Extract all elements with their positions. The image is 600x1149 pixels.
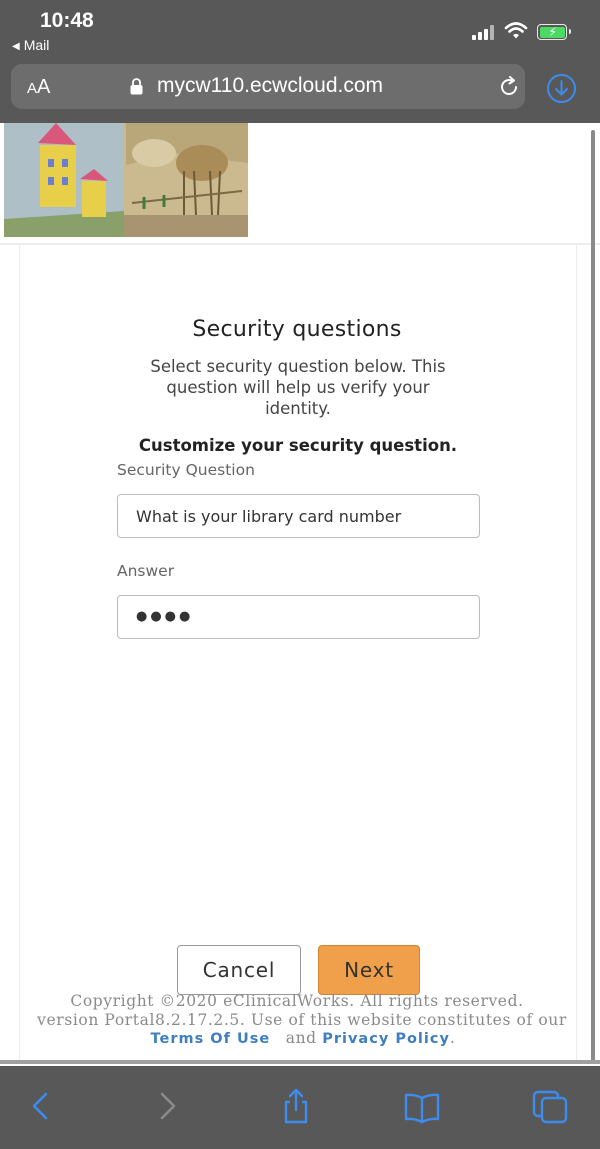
footer-and-text: and [285, 1029, 317, 1047]
battery-icon: ⚡ [537, 24, 571, 40]
scroll-indicator [591, 130, 595, 1062]
share-icon[interactable] [276, 1086, 316, 1126]
page-title: Security questions [192, 317, 402, 342]
back-triangle-icon: ◀ [12, 41, 20, 52]
next-button[interactable]: Next [318, 945, 420, 995]
tabs-icon[interactable] [530, 1086, 570, 1126]
banner-image [4, 123, 248, 237]
url-text: mycw110.ecwcloud.com [157, 74, 384, 97]
security-question-label: Security Question [117, 461, 255, 479]
bookmarks-icon[interactable] [402, 1086, 442, 1126]
answer-input[interactable]: ●●●● [117, 595, 480, 639]
terms-of-use-link[interactable]: Terms Of Use [151, 1031, 271, 1047]
wifi-icon [504, 22, 528, 39]
status-time: 10:48 [40, 9, 94, 32]
security-question-input[interactable]: What is your library card number [117, 494, 480, 538]
reload-icon[interactable] [498, 76, 520, 98]
back-app-label: Mail [23, 37, 50, 53]
footer-copyright: Copyright ©2020 eClinicalWorks. All righ… [70, 992, 524, 1010]
text-size-button[interactable]: AA [27, 76, 50, 99]
forward-icon[interactable] [146, 1086, 186, 1126]
page-subtitle: Select security question below. This que… [150, 357, 446, 418]
footer-period: . [449, 1029, 456, 1047]
signal-icon [472, 24, 496, 40]
cancel-button[interactable]: Cancel [177, 945, 301, 995]
lock-icon [130, 78, 143, 95]
footer-version: version Portal8.2.17.2.5. Use of this we… [37, 1011, 567, 1029]
download-icon[interactable] [546, 73, 577, 104]
footer-links: Terms Of Use and Privacy Policy. [6, 1029, 600, 1047]
back-to-mail-link[interactable]: ◀ Mail [12, 37, 49, 53]
address-bar[interactable]: AA mycw110.ecwcloud.com [11, 64, 525, 109]
back-icon[interactable] [22, 1086, 62, 1126]
answer-label: Answer [117, 562, 175, 580]
browser-top-bar: 10:48 ◀ Mail ⚡ AA mycw110.ecwcloud.com [0, 0, 600, 123]
browser-bottom-toolbar [0, 1066, 600, 1149]
customize-heading: Customize your security question. [138, 436, 458, 455]
bottom-divider [0, 1060, 600, 1064]
privacy-policy-link[interactable]: Privacy Policy [322, 1031, 450, 1047]
